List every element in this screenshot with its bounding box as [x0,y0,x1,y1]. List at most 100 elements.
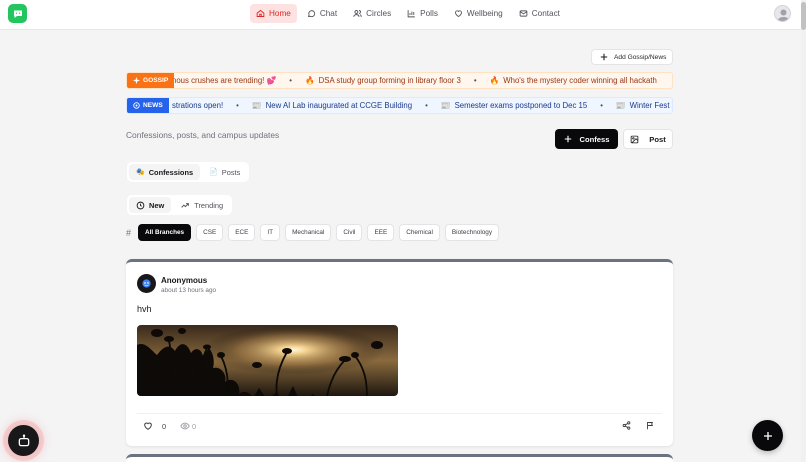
filter-chemical[interactable]: Chemical [399,224,440,241]
app-logo-icon[interactable] [8,4,27,23]
nav-chat[interactable]: Chat [301,4,343,23]
post-button[interactable]: Post [623,129,673,149]
bar-chart-icon [407,10,416,18]
newspaper-icon: 📰 [615,101,626,110]
users-icon [353,10,362,17]
nav-circles-label: Circles [366,9,392,18]
news-item[interactable]: 📰Winter Fest 202 [615,101,672,110]
scrollbar-track[interactable] [801,0,806,462]
tab-new-label: New [149,200,165,210]
filter-mechanical[interactable]: Mechanical [285,224,332,241]
confess-button[interactable]: Confess [555,129,618,149]
author-avatar [137,274,156,293]
filter-cse[interactable]: CSE [196,224,224,241]
news-tag-label: NEWS [143,102,163,109]
confess-label: Confess [579,134,610,144]
hash-icon: # [126,227,132,238]
post-timestamp: about 13 hours ago [161,287,217,294]
like-button[interactable]: 0 [143,421,166,431]
ai-assistant-button[interactable] [8,425,39,456]
filter-biotechnology[interactable]: Biotechnology [444,224,500,241]
plus-icon [564,135,571,143]
news-item[interactable]: 📰 New AI Lab inaugurated at CCGE Building [252,101,412,110]
share-icon [622,421,631,430]
plus-icon [600,53,608,61]
gossip-item[interactable]: 🔥 Who's the mystery coder winning all hac… [490,76,657,85]
view-count: 0 [192,421,197,431]
gossip-tag: GOSSIP [127,73,175,88]
nav-home[interactable]: Home [250,4,297,23]
filter-ece[interactable]: ECE [228,224,256,241]
image-icon [630,135,639,143]
content-tabs: 🎭 Confessions 📄 Posts [127,162,250,182]
news-item[interactable]: 📰 Semester exams postponed to Dec 15 [441,101,587,110]
post-author: Anonymous [161,276,208,285]
fire-icon: 🔥 [489,76,500,85]
ticker-separator: • [473,76,477,85]
user-avatar[interactable] [774,5,791,22]
tab-posts-label: Posts [221,167,241,177]
scrollbar-thumb[interactable] [801,2,806,30]
document-icon: 📄 [209,169,218,176]
gossip-item-text: DSA study group forming in library floor… [318,76,461,85]
nav-wellbeing-label: Wellbeing [466,9,503,18]
nav-polls-label: Polls [420,9,438,18]
gossip-item-text: Who's the mystery coder winning all hack… [503,76,657,85]
gossip-item[interactable]: nous crushes are trending! 💕 [172,76,276,85]
post-label: Post [649,134,666,144]
post-text: hvh [137,304,152,314]
chat-icon [307,10,315,18]
heart-icon [144,422,152,430]
trending-up-icon [181,202,190,208]
top-navbar: Home Chat Circles Polls Wellbeing Contac… [0,0,806,30]
gossip-track: nous crushes are trending! 💕 • 🔥 DSA stud… [172,76,657,85]
tab-posts[interactable]: 📄 Posts [202,164,247,180]
add-gossip-button[interactable]: Add Gossip/News [591,49,673,65]
filter-all-branches[interactable]: All Branches [138,224,192,241]
share-button[interactable] [622,421,631,430]
post-image[interactable] [137,325,398,396]
fire-icon: 🔥 [304,76,315,85]
tab-confessions[interactable]: 🎭 Confessions [129,164,201,180]
add-gossip-label: Add Gossip/News [614,53,667,61]
news-track: strations open! • 📰 New AI Lab inaugurate… [172,101,672,110]
sparkle-icon [133,77,140,84]
news-item[interactable]: strations open! [172,101,223,110]
gossip-item[interactable]: 🔥 DSA study group forming in library floo… [305,76,461,85]
tab-new[interactable]: New [129,197,172,213]
create-fab-button[interactable] [752,420,783,451]
post-card: Anonymous about 13 hours ago hvh 0 0 [126,259,673,446]
views-indicator: 0 [180,421,196,431]
broadcast-icon [133,102,140,109]
news-item-text: Semester exams postponed to Dec 15 [454,101,588,110]
news-tag: NEWS [127,98,169,113]
filter-eee[interactable]: EEE [367,224,395,241]
tab-trending[interactable]: Trending [173,197,230,213]
filter-civil[interactable]: Civil [336,224,363,241]
branch-filters: # All Branches CSE ECE IT Mechanical Civ… [126,224,500,241]
ticker-separator: • [600,101,603,110]
post-card [126,454,673,462]
nav-contact[interactable]: Contact [513,4,566,23]
news-item-text: New AI Lab inaugurated at CCGE Building [265,101,413,110]
report-button[interactable] [646,421,655,430]
plus-icon [763,431,772,440]
tab-trending-label: Trending [194,200,224,210]
nav-chat-label: Chat [319,9,338,18]
mail-icon [519,10,528,17]
news-item-text: Winter Fest 202 [629,101,672,110]
flag-icon [647,422,654,430]
ticker-separator: • [289,76,292,85]
filter-it[interactable]: IT [260,224,281,241]
anonymous-mask-icon [142,279,151,288]
nav-polls[interactable]: Polls [401,4,444,23]
mask-icon: 🎭 [136,169,145,176]
gossip-ticker: GOSSIP nous crushes are trending! 💕 • 🔥 D… [126,72,673,89]
nav-circles[interactable]: Circles [347,4,397,23]
gossip-tag-label: GOSSIP [143,77,169,84]
like-count: 0 [162,421,167,431]
news-item-text: strations open! [172,101,224,110]
nav-wellbeing[interactable]: Wellbeing [448,4,509,23]
home-icon [256,9,265,17]
heart-icon [454,10,462,18]
